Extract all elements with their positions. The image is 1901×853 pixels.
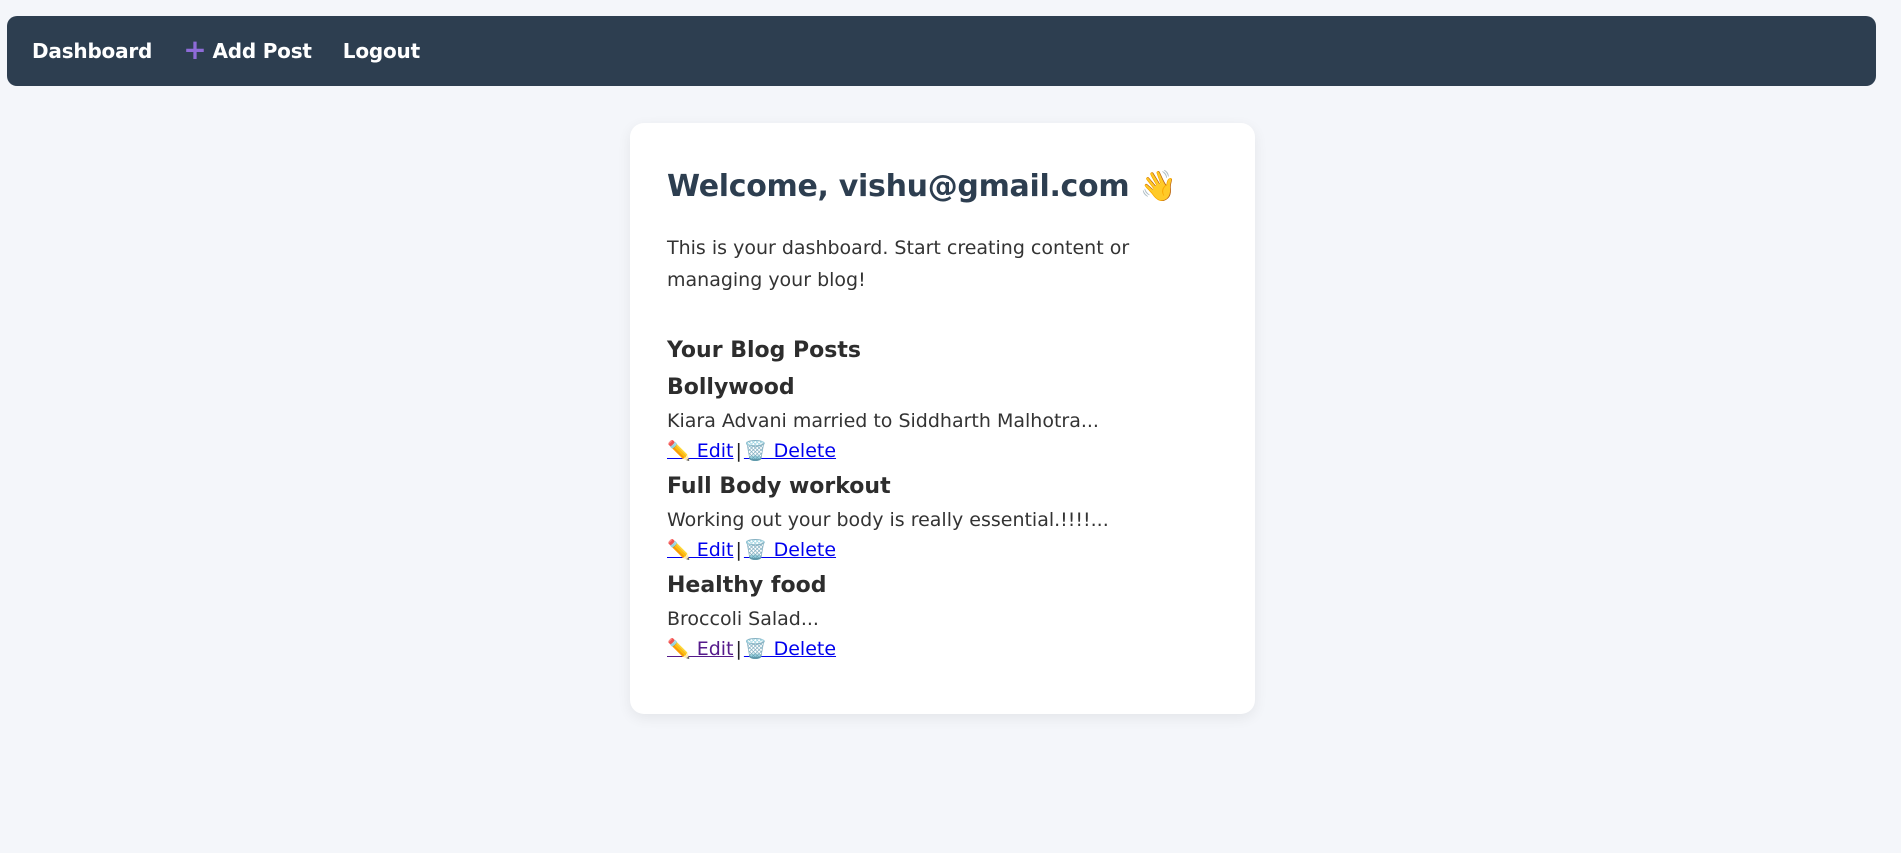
top-navbar: Dashboard + Add Post Logout bbox=[7, 16, 1876, 86]
post-actions: ✏️ Edit | 🗑️ Delete bbox=[667, 437, 1218, 465]
edit-post-link[interactable]: ✏️ Edit bbox=[667, 638, 734, 660]
intro-text: This is your dashboard. Start creating c… bbox=[667, 236, 1130, 291]
nav-dashboard-link[interactable]: Dashboard bbox=[32, 39, 152, 63]
post-title: Healthy food bbox=[667, 572, 827, 598]
action-separator: | bbox=[735, 439, 742, 462]
post-item: Healthy food Broccoli Salad... ✏️ Edit | 🗑… bbox=[667, 571, 1218, 663]
post-item: Bollywood Kiara Advani married to Siddha… bbox=[667, 373, 1218, 465]
edit-post-link[interactable]: ✏️ Edit bbox=[667, 539, 734, 561]
delete-post-link[interactable]: 🗑️ Delete bbox=[744, 638, 836, 660]
dashboard-card: Welcome, vishu@gmail.com 👋 This is your … bbox=[630, 123, 1255, 714]
blog-posts-heading: Your Blog Posts bbox=[667, 337, 861, 363]
post-excerpt: Working out your body is really essentia… bbox=[667, 508, 1109, 531]
post-title: Full Body workout bbox=[667, 473, 891, 499]
welcome-heading: Welcome, vishu@gmail.com 👋 bbox=[667, 169, 1177, 204]
nav-logout-link[interactable]: Logout bbox=[343, 39, 420, 63]
post-actions: ✏️ Edit | 🗑️ Delete bbox=[667, 635, 1218, 663]
action-separator: | bbox=[735, 538, 742, 561]
post-title: Bollywood bbox=[667, 374, 795, 400]
post-item: Full Body workout Working out your body … bbox=[667, 472, 1218, 564]
nav-add-post-link[interactable]: + Add Post bbox=[183, 33, 312, 66]
delete-post-link[interactable]: 🗑️ Delete bbox=[744, 539, 836, 561]
plus-icon: + bbox=[183, 33, 207, 66]
edit-post-link[interactable]: ✏️ Edit bbox=[667, 440, 734, 462]
post-actions: ✏️ Edit | 🗑️ Delete bbox=[667, 536, 1218, 564]
delete-post-link[interactable]: 🗑️ Delete bbox=[744, 440, 836, 462]
nav-add-post-label: Add Post bbox=[212, 39, 312, 63]
post-excerpt: Kiara Advani married to Siddharth Malhot… bbox=[667, 409, 1099, 432]
post-excerpt: Broccoli Salad... bbox=[667, 607, 819, 630]
action-separator: | bbox=[735, 637, 742, 660]
